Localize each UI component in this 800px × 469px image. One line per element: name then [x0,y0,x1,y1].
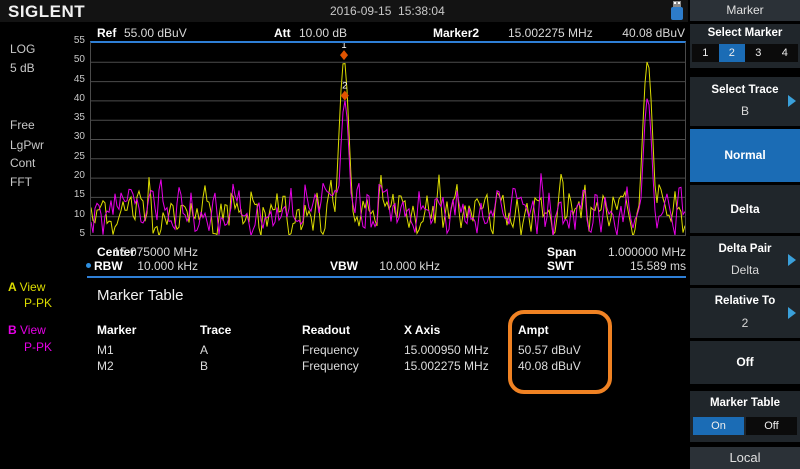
trigger-label: Free [10,118,35,132]
trace-b-mode: View [20,323,46,337]
y-tick: 45 [55,74,85,85]
top-bar: SIGLENT 2016-09-15 15:38:04 [0,0,800,22]
table-cell: M2 [97,359,200,375]
marker-option-2[interactable]: 2 [719,44,746,62]
submenu-arrow-icon [788,95,796,107]
relative-to-value: 2 [690,316,800,330]
rbw-bullet-icon [86,263,91,268]
trace-a-detector: P-PK [24,296,52,310]
svg-text:2: 2 [342,81,347,92]
marker-options: 1 2 3 4 [692,44,798,62]
y-tick: 35 [55,112,85,123]
toggle-on[interactable]: On [693,417,744,435]
svg-text:1: 1 [341,43,346,51]
center-value: 15.075000 MHz [113,245,198,259]
y-tick: 10 [55,209,85,220]
y-tick: 55 [55,35,85,46]
att-label: Att [274,26,291,40]
y-tick: 50 [55,54,85,65]
table-cell: Frequency [302,343,404,359]
vbw-label: VBW [330,259,358,273]
normal-button[interactable]: Normal [690,129,800,182]
select-marker-label: Select Marker [690,27,800,39]
marker-table-title: Marker Table [97,287,183,304]
delta-button[interactable]: Delta [690,185,800,233]
datetime-display: 2016-09-15 15:38:04 [330,4,445,18]
table-cell: 15.002275 MHz [404,359,518,375]
col-readout: Readout [302,323,404,337]
submenu-arrow-icon [788,254,796,266]
marker-table-toggle-section: Marker Table On Off [690,391,800,442]
fft-label: FFT [10,175,32,189]
brand-logo: SIGLENT [8,2,85,22]
marker-option-3[interactable]: 3 [745,44,772,62]
marker-table-toggle-label: Marker Table [690,397,800,409]
trace-a-name: A [8,280,16,294]
ampt-highlight-annotation [508,310,612,394]
marker-table-toggle: On Off [693,417,797,435]
relative-to-label: Relative To [690,295,800,307]
table-cell: B [200,359,302,375]
delta-pair-button[interactable]: Delta Pair Delta [690,236,800,285]
delta-pair-value: Delta [690,263,800,277]
vbw-value: 10.000 kHz [375,259,440,273]
scale-type-label: LOG [10,42,35,56]
submenu-arrow-icon [788,307,796,319]
table-cell: Frequency [302,359,404,375]
select-trace-label: Select Trace [690,84,800,96]
y-tick: 25 [55,151,85,162]
y-tick: 40 [55,93,85,104]
preamp-label: LgPwr [10,138,44,152]
local-button[interactable]: Local [690,447,800,469]
select-trace-value: B [690,104,800,118]
usb-icon [671,1,683,20]
spectrum-plot: 12 [90,41,686,236]
y-tick: 15 [55,189,85,200]
y-tick: 5 [55,228,85,239]
marker-option-4[interactable]: 4 [772,44,799,62]
spectrum-svg: 12 [91,43,685,236]
select-marker-section: Select Marker 1 2 3 4 [690,24,800,68]
delta-pair-label: Delta Pair [690,243,800,255]
y-tick: 30 [55,131,85,142]
rbw-value: 10.000 kHz [113,259,198,273]
sweep-mode-label: Cont [10,156,35,170]
marker-option-1[interactable]: 1 [692,44,719,62]
menu-title: Marker [690,0,800,21]
col-trace: Trace [200,323,302,337]
trace-b-legend: B View [8,323,46,337]
table-cell: M1 [97,343,200,359]
ref-label: Ref [97,26,116,40]
scale-div-label: 5 dB [10,61,35,75]
span-label: Span [547,245,576,259]
spectrum-analyzer-screen: SIGLENT 2016-09-15 15:38:04 Ref 55.00 dB… [0,0,800,469]
table-cell: A [200,343,302,359]
col-xaxis: X Axis [404,323,518,337]
span-value: 1.000000 MHz [580,245,686,259]
trace-b-detector: P-PK [24,340,52,354]
trace-b-name: B [8,323,17,337]
marker-readout-freq: 15.002275 MHz [508,26,593,40]
ref-value: 55.00 dBuV [124,26,187,40]
off-button[interactable]: Off [690,341,800,384]
softkey-menu: Marker Select Marker 1 2 3 4 Select Trac… [688,0,800,469]
table-cell: 15.000950 MHz [404,343,518,359]
marker-readout-label: Marker2 [433,26,479,40]
trace-a-legend: A View [8,280,45,294]
marker-readout-ampl: 40.08 dBuV [600,26,685,40]
col-marker: Marker [97,323,200,337]
toggle-off[interactable]: Off [746,417,797,435]
att-value: 10.00 dB [299,26,347,40]
select-trace-button[interactable]: Select Trace B [690,77,800,126]
y-tick: 20 [55,170,85,181]
trace-a-mode: View [20,280,46,294]
swt-value: 15.589 ms [580,259,686,273]
relative-to-button[interactable]: Relative To 2 [690,288,800,338]
section-divider [87,276,686,278]
swt-label: SWT [547,259,574,273]
